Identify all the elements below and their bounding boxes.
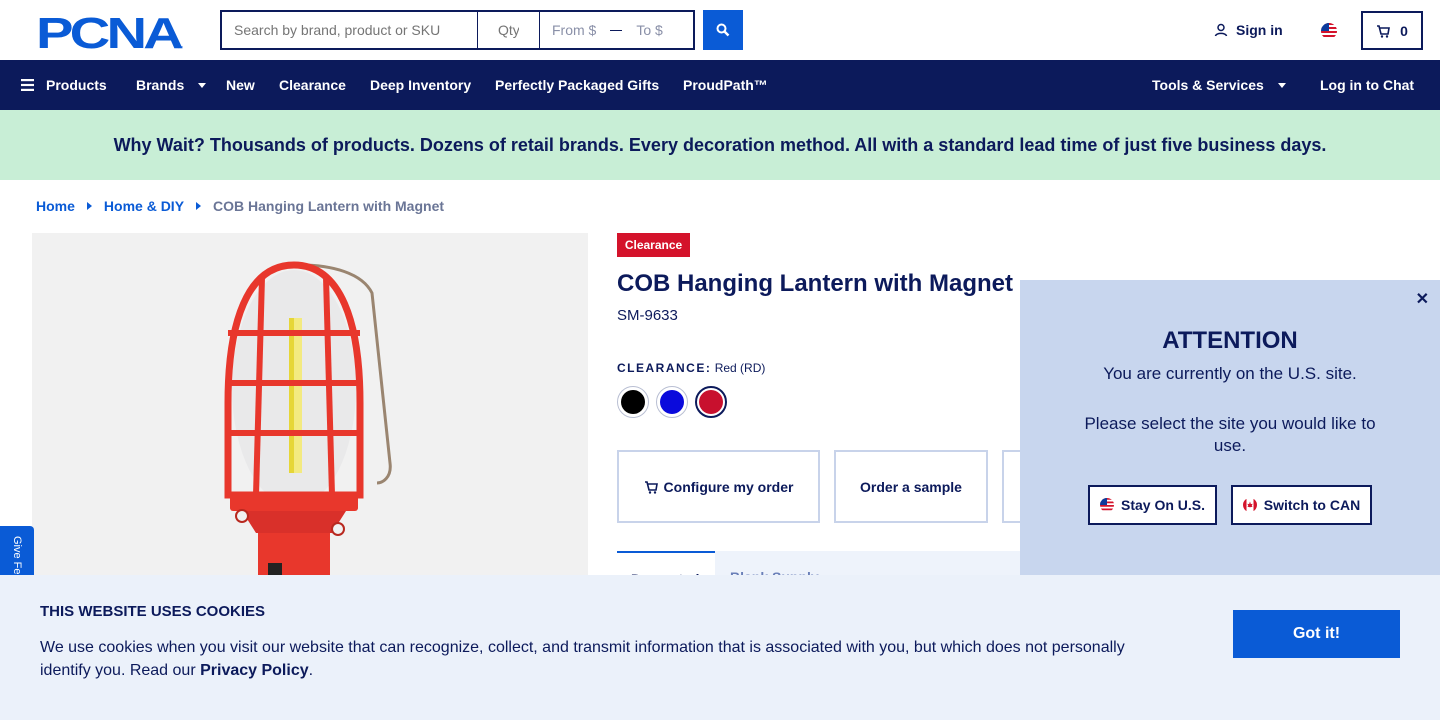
nav-tools-label: Tools & Services	[1152, 77, 1264, 93]
nav-deep-inventory[interactable]: Deep Inventory	[370, 60, 471, 110]
nav-proudpath[interactable]: ProudPath™	[683, 60, 768, 110]
us-flag-icon[interactable]	[1321, 23, 1337, 39]
close-icon[interactable]: ✕	[1416, 289, 1429, 309]
nav-chat[interactable]: Log in to Chat	[1320, 60, 1414, 110]
nav-gifts[interactable]: Perfectly Packaged Gifts	[495, 60, 659, 110]
caret-right-icon	[196, 202, 202, 210]
attention-message: You are currently on the U.S. site.	[1103, 364, 1357, 383]
hamburger-icon	[21, 79, 34, 91]
accept-cookies-button[interactable]: Got it!	[1233, 610, 1400, 658]
signin-label: Sign in	[1236, 22, 1283, 38]
nav-brands-label: Brands	[136, 77, 185, 93]
site-select-modal: ✕ ATTENTION You are currently on the U.S…	[1020, 280, 1440, 580]
canada-flag-icon	[1242, 498, 1257, 512]
nav-new[interactable]: New	[226, 60, 255, 110]
clearance-badge: Clearance	[617, 233, 690, 257]
breadcrumb: Home Home & DIY COB Hanging Lantern with…	[36, 198, 444, 214]
breadcrumb-current: COB Hanging Lantern with Magnet	[213, 198, 445, 214]
color-value: Red (RD)	[714, 361, 766, 375]
cookie-title: THIS WEBSITE USES COOKIES	[40, 603, 266, 620]
promo-text: Why Wait? Thousands of products. Dozens …	[113, 134, 1327, 155]
switch-can-button[interactable]: Switch to CAN	[1231, 485, 1372, 525]
cart-icon	[1377, 24, 1391, 38]
stay-us-button[interactable]: Stay On U.S.	[1088, 485, 1217, 525]
feedback-label: Give Fe	[11, 536, 23, 575]
configure-order-label: Configure my order	[663, 478, 794, 495]
order-sample-button[interactable]: Order a sample	[834, 450, 988, 523]
search-input[interactable]	[220, 10, 478, 50]
price-dash	[610, 29, 623, 31]
user-icon	[1214, 23, 1228, 37]
attention-title: ATTENTION	[1162, 327, 1298, 354]
caret-right-icon	[86, 202, 92, 210]
chevron-down-icon	[198, 82, 207, 88]
top-header: PCNA ™ From $ To $ Sign in 0	[0, 0, 1440, 60]
signin-link[interactable]: Sign in	[1214, 22, 1283, 38]
svg-text:™: ™	[177, 45, 183, 52]
lantern-illustration	[224, 261, 392, 593]
swatch-red[interactable]	[695, 386, 727, 418]
color-heading: CLEARANCE:	[617, 361, 712, 375]
nav-clearance-label: Clearance	[279, 77, 346, 93]
cookie-end: .	[308, 662, 314, 679]
swatch-red-fill	[699, 390, 723, 414]
logo-text: PCNA	[36, 12, 183, 52]
cart-button[interactable]: 0	[1361, 11, 1423, 50]
switch-can-label: Switch to CAN	[1263, 497, 1361, 513]
swatch-black[interactable]	[617, 386, 649, 418]
cookie-banner: THIS WEBSITE USES COOKIES We use cookies…	[0, 575, 1440, 720]
nav-proudpath-label: ProudPath™	[683, 77, 768, 93]
breadcrumb-home[interactable]: Home	[36, 198, 75, 214]
search-group: From $ To $	[220, 10, 695, 50]
nav-gifts-label: Perfectly Packaged Gifts	[495, 77, 660, 93]
main-nav: Products Brands New Clearance Deep Inven…	[0, 60, 1440, 110]
us-flag-icon	[1099, 498, 1114, 512]
attention-prompt: Please select the site you would like to…	[1084, 414, 1376, 455]
nav-deep-inventory-label: Deep Inventory	[370, 77, 472, 93]
product-image[interactable]	[32, 233, 588, 593]
nav-tools[interactable]: Tools & Services	[1152, 60, 1286, 110]
color-label: CLEARANCE: Red (RD)	[617, 361, 765, 375]
accept-cookies-label: Got it!	[1292, 625, 1341, 642]
pcna-logo[interactable]: PCNA ™	[36, 12, 186, 52]
cart-icon	[644, 480, 658, 494]
order-sample-label: Order a sample	[860, 478, 962, 495]
qty-input[interactable]	[478, 10, 540, 50]
nav-clearance[interactable]: Clearance	[279, 60, 346, 110]
nav-brands[interactable]: Brands	[136, 60, 207, 110]
cart-count: 0	[1400, 22, 1408, 39]
nav-products-label: Products	[46, 77, 107, 93]
stay-us-label: Stay On U.S.	[1120, 497, 1206, 513]
search-button[interactable]	[703, 10, 743, 50]
swatch-blue-fill	[660, 390, 684, 414]
breadcrumb-category[interactable]: Home & DIY	[104, 198, 184, 214]
nav-products[interactable]: Products	[21, 60, 107, 110]
privacy-policy-link[interactable]: Privacy Policy	[200, 662, 309, 679]
search-icon	[716, 23, 730, 37]
cookie-text: We use cookies when you visit our websit…	[40, 636, 1150, 682]
product-title: COB Hanging Lantern with Magnet	[617, 270, 1013, 297]
promo-banner[interactable]: Why Wait? Thousands of products. Dozens …	[0, 110, 1440, 180]
nav-chat-label: Log in to Chat	[1320, 77, 1415, 93]
price-from-field[interactable]: From $	[552, 22, 596, 38]
swatch-black-fill	[621, 390, 645, 414]
price-to-field[interactable]: To $	[636, 22, 662, 38]
price-range: From $ To $	[540, 10, 695, 50]
configure-order-button[interactable]: Configure my order	[617, 450, 820, 523]
swatch-blue[interactable]	[656, 386, 688, 418]
product-sku: SM-9633	[617, 307, 678, 324]
chevron-down-icon	[1277, 82, 1286, 88]
nav-new-label: New	[226, 77, 255, 93]
